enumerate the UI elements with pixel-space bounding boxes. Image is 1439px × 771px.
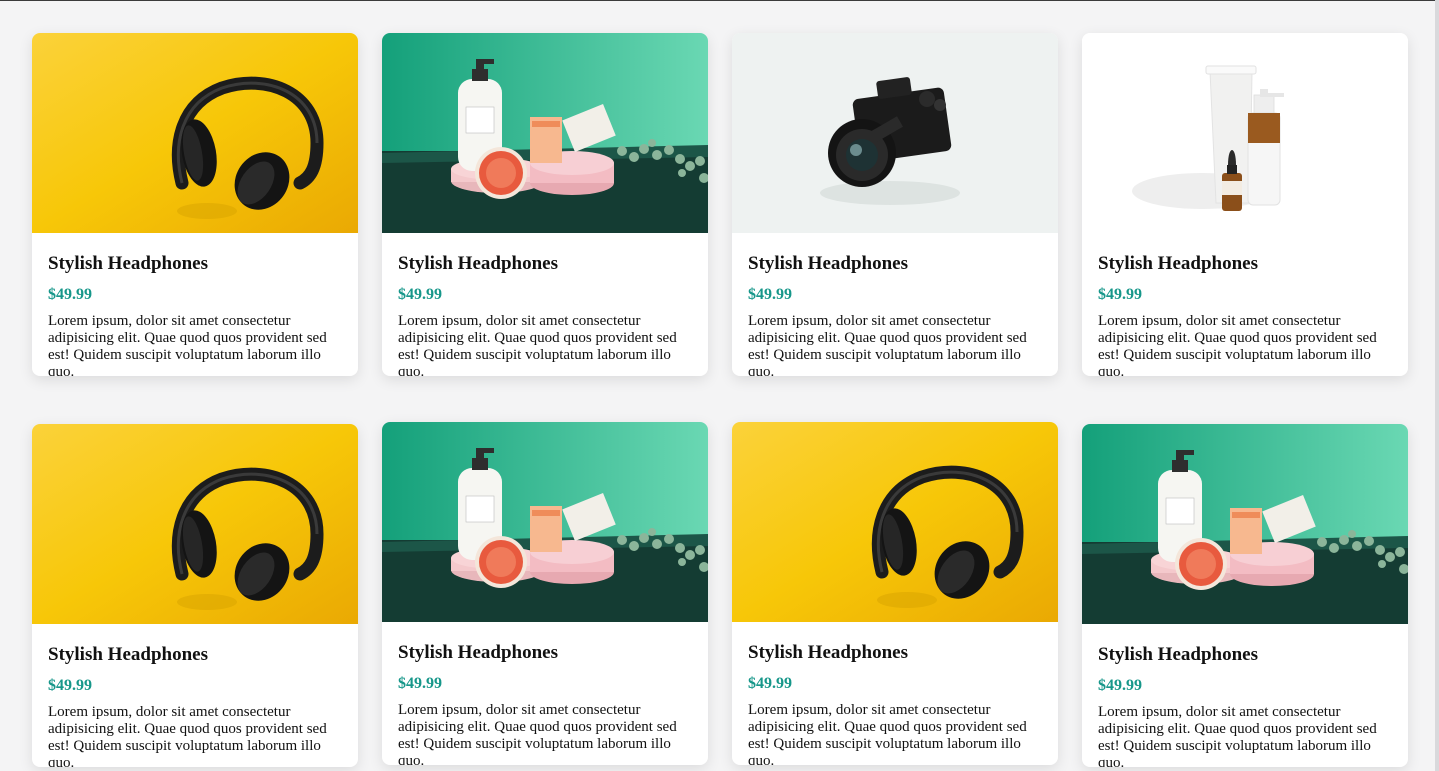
product-description: Lorem ipsum, dolor sit amet consectetur … [748,313,1027,376]
product-price: $49.99 [1098,286,1142,303]
product-card-body: Stylish Headphones $49.99 Lorem ipsum, dol… [382,622,708,765]
page-scrollbar[interactable] [1435,0,1439,771]
product-description: Lorem ipsum, dolor sit amet consectetur … [48,313,327,376]
product-title[interactable]: Stylish Headphones [48,253,342,275]
product-price: $49.99 [398,286,442,303]
headphones-image[interactable] [32,33,358,233]
product-card[interactable]: Stylish Headphones $49.99 Lorem ipsum, dol… [382,33,708,376]
product-card[interactable]: Stylish Headphones $49.99 Lorem ipsum, dol… [382,422,708,765]
product-price: $49.99 [748,286,792,303]
product-price: $49.99 [48,286,92,303]
product-card-body: Stylish Headphones $49.99 Lorem ipsum, dol… [732,233,1058,376]
window-top-border [0,0,1439,1]
product-price: $49.99 [748,675,792,692]
product-card-body: Stylish Headphones $49.99 Lorem ipsum, dol… [382,233,708,376]
headphones-image[interactable] [732,422,1058,622]
product-title[interactable]: Stylish Headphones [398,642,692,664]
skincare-set-image[interactable] [382,33,708,233]
product-card-body: Stylish Headphones $49.99 Lorem ipsum, dol… [1082,624,1408,767]
product-title[interactable]: Stylish Headphones [1098,253,1392,275]
product-title[interactable]: Stylish Headphones [748,642,1042,664]
product-card[interactable]: Stylish Headphones $49.99 Lorem ipsum, dol… [1082,424,1408,767]
product-card[interactable]: Stylish Headphones $49.99 Lorem ipsum, dol… [732,33,1058,376]
product-card-body: Stylish Headphones $49.99 Lorem ipsum, dol… [32,624,358,767]
product-card[interactable]: Stylish Headphones $49.99 Lorem ipsum, dol… [732,422,1058,765]
product-title[interactable]: Stylish Headphones [48,644,342,666]
headphones-image[interactable] [32,424,358,624]
product-card-body: Stylish Headphones $49.99 Lorem ipsum, dol… [732,622,1058,765]
product-price: $49.99 [398,675,442,692]
skincare-set-image[interactable] [1082,424,1408,624]
product-card-body: Stylish Headphones $49.99 Lorem ipsum, dol… [32,233,358,376]
product-card[interactable]: Stylish Headphones $49.99 Lorem ipsum, dol… [1082,33,1408,376]
product-description: Lorem ipsum, dolor sit amet consectetur … [748,702,1027,765]
product-title[interactable]: Stylish Headphones [398,253,692,275]
product-title[interactable]: Stylish Headphones [748,253,1042,275]
product-card-body: Stylish Headphones $49.99 Lorem ipsum, dol… [1082,233,1408,376]
product-card[interactable]: Stylish Headphones $49.99 Lorem ipsum, dol… [32,33,358,376]
product-card[interactable]: Stylish Headphones $49.99 Lorem ipsum, dol… [32,424,358,767]
product-description: Lorem ipsum, dolor sit amet consectetur … [1098,704,1377,767]
product-description: Lorem ipsum, dolor sit amet consectetur … [48,704,327,767]
serum-bottles-image[interactable] [1082,33,1408,233]
product-description: Lorem ipsum, dolor sit amet consectetur … [398,702,677,765]
product-description: Lorem ipsum, dolor sit amet consectetur … [398,313,677,376]
product-price: $49.99 [1098,677,1142,694]
camera-image[interactable] [732,33,1058,233]
product-title[interactable]: Stylish Headphones [1098,644,1392,666]
product-description: Lorem ipsum, dolor sit amet consectetur … [1098,313,1377,376]
product-price: $49.99 [48,677,92,694]
skincare-set-image[interactable] [382,422,708,622]
